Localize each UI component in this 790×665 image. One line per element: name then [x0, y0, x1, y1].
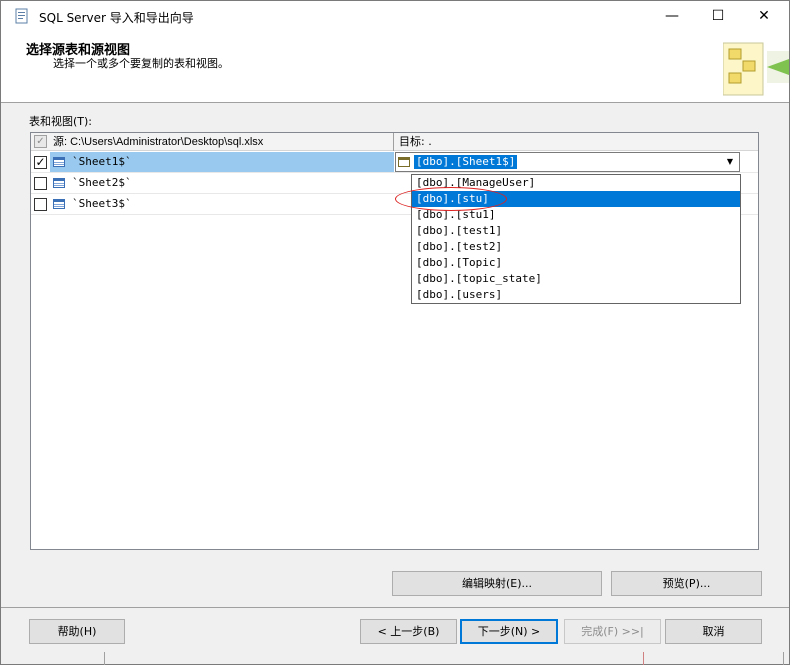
- destination-column-header[interactable]: 目标: .: [399, 133, 432, 151]
- help-button[interactable]: 帮助(H): [29, 619, 125, 644]
- dropdown-item[interactable]: [dbo].[Topic]: [412, 255, 740, 271]
- source-name: `Sheet3$`: [72, 197, 132, 210]
- wizard-app-icon: [15, 8, 28, 24]
- chevron-down-icon[interactable]: ▼: [722, 154, 738, 170]
- table-row[interactable]: ✓ `Sheet1$` [dbo].[Sheet1$] ▼: [31, 152, 758, 173]
- grid-header: ✓ 源: C:\Users\Administrator\Desktop\sql.…: [31, 133, 758, 151]
- table-icon: [53, 178, 65, 188]
- source-name: `Sheet1$`: [72, 155, 132, 168]
- select-all-checkbox[interactable]: ✓: [34, 135, 47, 148]
- title-bar: SQL Server 导入和导出向导 — ☐ ✕: [1, 1, 789, 31]
- source-column-header[interactable]: 源: C:\Users\Administrator\Desktop\sql.xl…: [51, 133, 394, 151]
- dropdown-item[interactable]: [dbo].[test1]: [412, 223, 740, 239]
- row-checkbox[interactable]: [34, 177, 47, 190]
- background-window-edge: [104, 652, 644, 665]
- source-cell[interactable]: `Sheet2$`: [50, 173, 394, 193]
- table-icon: [398, 157, 410, 167]
- dropdown-item[interactable]: [dbo].[users]: [412, 287, 740, 303]
- table-icon: [53, 199, 65, 209]
- wizard-header: 选择源表和源视图 选择一个或多个要复制的表和视图。: [1, 31, 789, 103]
- cancel-button[interactable]: 取消: [665, 619, 762, 644]
- tables-views-label: 表和视图(T):: [29, 115, 93, 128]
- destination-value: [dbo].[Sheet1$]: [414, 155, 518, 169]
- edit-mappings-button[interactable]: 编辑映射(E)...: [392, 571, 602, 596]
- row-checkbox[interactable]: ✓: [34, 156, 47, 169]
- minimize-button[interactable]: —: [649, 1, 695, 31]
- dropdown-item[interactable]: [dbo].[test2]: [412, 239, 740, 255]
- next-button[interactable]: 下一步(N) >: [460, 619, 558, 644]
- close-button[interactable]: ✕: [741, 1, 787, 31]
- preview-button[interactable]: 预览(P)...: [611, 571, 762, 596]
- destination-cell[interactable]: [dbo].[Sheet1$] ▼: [395, 152, 740, 172]
- window-title: SQL Server 导入和导出向导: [39, 11, 194, 25]
- source-name: `Sheet2$`: [72, 176, 132, 189]
- maximize-button[interactable]: ☐: [695, 1, 741, 31]
- maximize-icon: ☐: [711, 8, 725, 24]
- minimize-icon: —: [665, 8, 679, 24]
- dropdown-item-highlighted[interactable]: [dbo].[stu]: [412, 191, 740, 207]
- footer-separator: [1, 607, 789, 608]
- destination-combobox[interactable]: [dbo].[Sheet1$] ▼: [395, 152, 740, 172]
- dropdown-item[interactable]: [dbo].[stu1]: [412, 207, 740, 223]
- back-button[interactable]: < 上一步(B): [360, 619, 457, 644]
- destination-dropdown-list: [dbo].[ManageUser] [dbo].[stu] [dbo].[st…: [411, 174, 741, 304]
- finish-button[interactable]: 完成(F) >>|: [564, 619, 661, 644]
- dropdown-item[interactable]: [dbo].[ManageUser]: [412, 175, 740, 191]
- table-icon: [53, 157, 65, 167]
- source-cell[interactable]: `Sheet1$`: [50, 152, 394, 172]
- row-checkbox[interactable]: [34, 198, 47, 211]
- close-icon: ✕: [758, 8, 770, 24]
- page-subtitle: 选择一个或多个要复制的表和视图。: [53, 57, 229, 70]
- dropdown-item[interactable]: [dbo].[topic_state]: [412, 271, 740, 287]
- wizard-graphic-icon: [723, 42, 789, 96]
- background-window-edge: [783, 652, 784, 665]
- source-cell[interactable]: `Sheet3$`: [50, 194, 394, 214]
- wizard-window: SQL Server 导入和导出向导 — ☐ ✕ 选择源表和源视图 选择一个或多…: [0, 0, 790, 665]
